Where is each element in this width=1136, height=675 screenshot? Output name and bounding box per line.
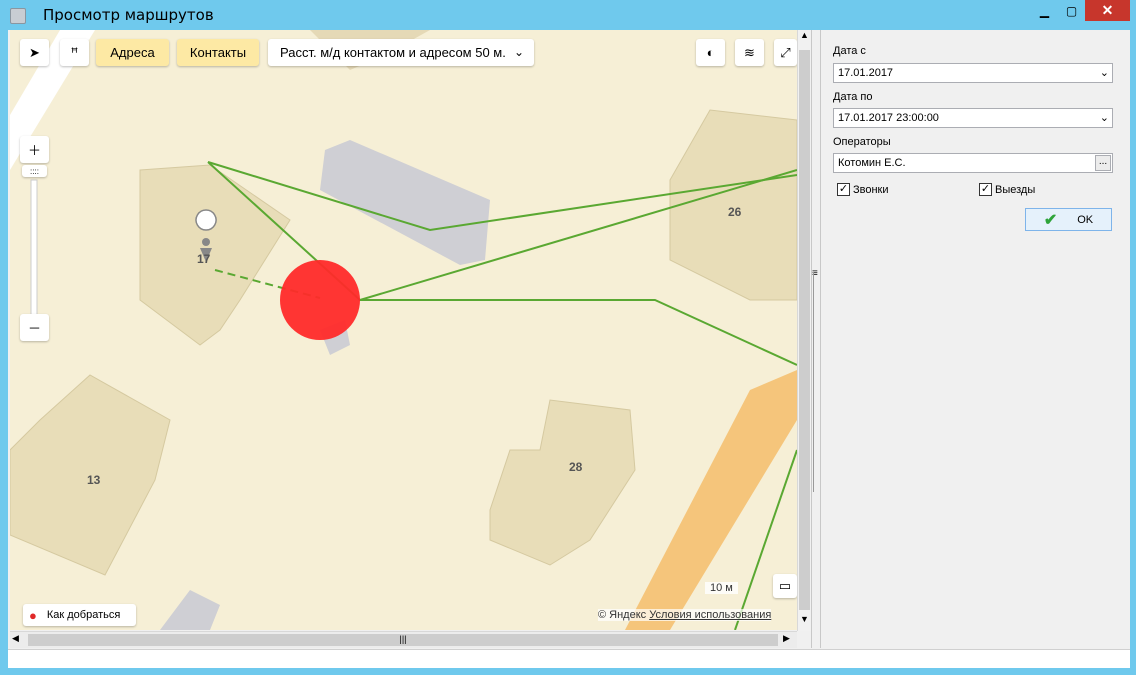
ruler-icon: ▭: [778, 578, 792, 593]
ruler-button[interactable]: ▭: [773, 574, 797, 598]
zoom-slider-handle[interactable]: ::::: [22, 165, 47, 177]
scroll-down-arrow[interactable]: ▼: [798, 614, 811, 631]
vertical-scroll-thumb[interactable]: [799, 50, 810, 610]
operators-value: Котомин Е.С.: [838, 157, 906, 169]
ok-label: OK: [1077, 213, 1094, 226]
building-label-17: 17: [197, 252, 211, 266]
layers-button[interactable]: ≋: [735, 39, 764, 66]
minimize-button[interactable]: ▁: [1031, 0, 1058, 21]
addresses-button[interactable]: Адреса: [96, 39, 169, 66]
splitter-bar: [813, 272, 820, 492]
zoom-in-button[interactable]: ＋: [20, 136, 49, 163]
layers-icon: ≋: [744, 44, 755, 60]
building-17: [139, 164, 291, 346]
app-window: Просмотр маршрутов ▁ ▢ ✕ 17 13 26 28 ➤ ꟸ…: [0, 0, 1136, 675]
trips-check-icon: ✓: [979, 183, 992, 196]
operators-field[interactable]: Котомин Е.С. ...: [833, 153, 1113, 173]
terms-link[interactable]: Условия использования: [649, 609, 771, 621]
operators-label: Операторы: [833, 136, 891, 148]
trips-checkbox[interactable]: ✓ Выезды: [979, 183, 1035, 196]
building-label-13: 13: [87, 473, 101, 487]
maximize-button[interactable]: ▢: [1058, 0, 1085, 21]
scroll-right-arrow[interactable]: ▶: [783, 633, 790, 644]
zoom-out-button[interactable]: －: [20, 314, 49, 341]
traffic-icon: ◐: [706, 45, 715, 60]
building-bottom: [160, 590, 220, 630]
horizontal-scroll-thumb[interactable]: |||: [28, 634, 778, 646]
expand-icon: ⤢: [780, 44, 791, 60]
route-button[interactable]: ꟸ: [60, 39, 89, 66]
calls-check-icon: ✓: [837, 183, 850, 196]
client-area: 17 13 26 28 ➤ ꟸ Адреса Контакты Расст. м…: [8, 30, 1130, 668]
date-from-field[interactable]: 17.01.2017 ⌄: [833, 63, 1113, 83]
route-icon: ꟸ: [70, 44, 79, 60]
navigation-arrow-icon: ➤: [29, 44, 40, 60]
status-bar: [8, 649, 1130, 668]
attribution-prefix: © Яндекс: [598, 609, 647, 621]
traffic-button[interactable]: ◐: [696, 39, 725, 66]
map-attribution: © Яндекс Условия использования: [598, 609, 772, 621]
vertical-scrollbar[interactable]: ▲ ▼: [797, 30, 811, 631]
scroll-up-arrow[interactable]: ▲: [798, 30, 811, 47]
contacts-button[interactable]: Контакты: [177, 39, 259, 66]
checkmark-icon: ✔: [1043, 211, 1058, 229]
date-from-value: 17.01.2017: [838, 67, 894, 79]
chevron-down-icon: ⌄: [1099, 67, 1109, 79]
fullscreen-button[interactable]: ⤢: [774, 39, 797, 66]
calls-label: Звонки: [853, 183, 889, 196]
date-to-label: Дата по: [833, 91, 873, 103]
chevron-down-icon: ⌄: [513, 45, 524, 59]
panel-splitter[interactable]: ≡: [811, 30, 821, 648]
building-label-26: 26: [728, 205, 742, 219]
building-28: [489, 399, 636, 566]
distance-dropdown[interactable]: Расст. м/д контактом и адресом 50 м. ⌄: [268, 39, 534, 66]
map-pin-red-icon: ●: [29, 607, 37, 623]
ok-button[interactable]: ✔ OK: [1025, 208, 1112, 231]
ellipsis-button[interactable]: ...: [1095, 155, 1111, 171]
scale-label: 10 м: [705, 582, 738, 594]
building-grey: [320, 140, 490, 265]
locate-button[interactable]: ➤: [20, 39, 49, 66]
chevron-down-icon: ⌄: [1099, 112, 1109, 124]
trips-label: Выезды: [995, 183, 1036, 196]
date-from-label: Дата с: [833, 45, 866, 57]
filter-panel: Дата с 17.01.2017 ⌄ Дата по 17.01.2017 2…: [821, 30, 1130, 648]
building-label-28: 28: [569, 460, 583, 474]
horizontal-scrollbar[interactable]: ◀ ||| ▶: [10, 631, 797, 648]
app-icon: [10, 8, 26, 24]
route-line-3: [360, 299, 797, 366]
zoom-track: [30, 179, 38, 331]
date-to-value: 17.01.2017 23:00:00: [838, 112, 939, 124]
scroll-left-arrow[interactable]: ◀: [12, 633, 19, 644]
route-link[interactable]: ● Как добраться: [23, 604, 136, 626]
map-view[interactable]: 17 13 26 28 ➤ ꟸ Адреса Контакты Расст. м…: [10, 30, 797, 630]
map-canvas: [10, 30, 797, 630]
minus-icon: －: [27, 321, 41, 336]
distance-dropdown-label: Расст. м/д контактом и адресом 50 м.: [280, 45, 506, 60]
plus-icon: ＋: [27, 143, 41, 158]
window-title: Просмотр маршрутов: [43, 6, 214, 24]
date-to-field[interactable]: 17.01.2017 23:00:00 ⌄: [833, 108, 1113, 128]
calls-checkbox[interactable]: ✓ Звонки: [837, 183, 889, 196]
title-bar: Просмотр маршрутов ▁ ▢ ✕: [0, 0, 1136, 30]
route-link-label: Как добраться: [46, 609, 121, 621]
close-button[interactable]: ✕: [1085, 0, 1130, 21]
location-marker: [280, 260, 360, 340]
